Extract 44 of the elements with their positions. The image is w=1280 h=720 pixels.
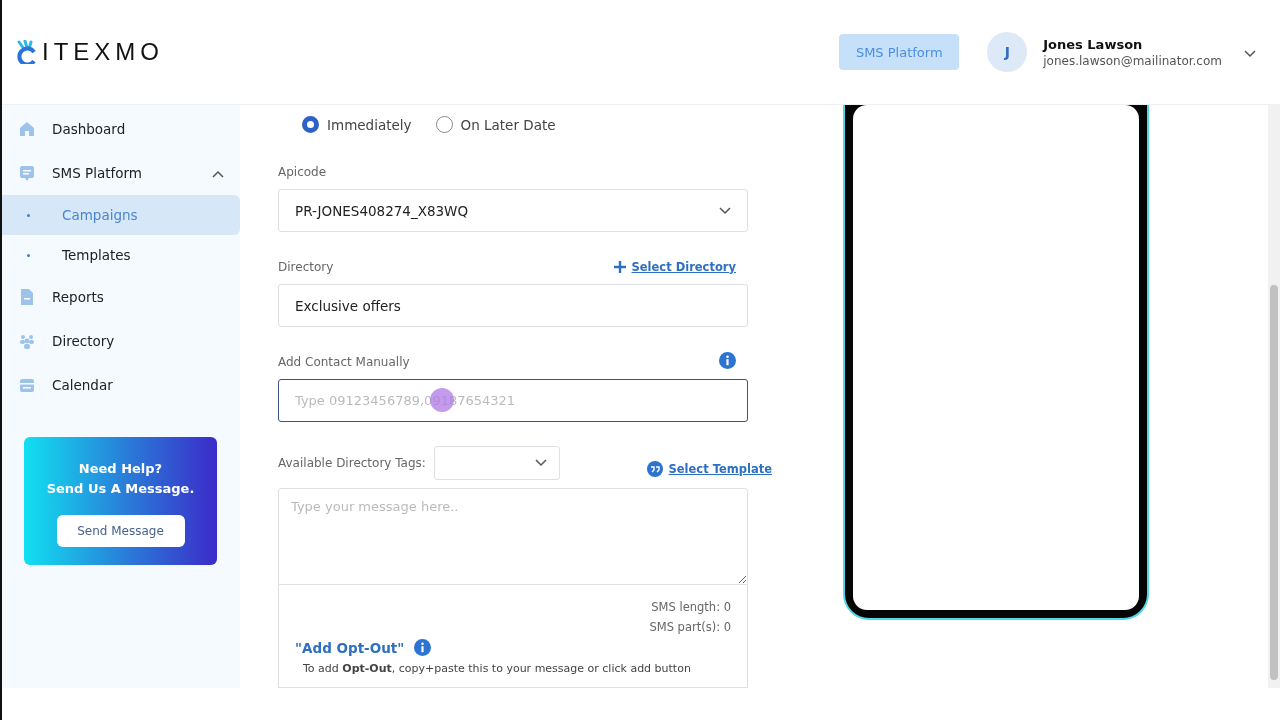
chevron-down-icon (534, 459, 547, 467)
send-message-button[interactable]: Send Message (56, 515, 185, 547)
user-email: jones.lawson@mailinator.com (1043, 53, 1222, 68)
chevron-down-icon (719, 206, 731, 215)
calendar-icon (18, 376, 36, 394)
sidebar-item[interactable]: Dashboard (2, 107, 240, 151)
user-name: Jones Lawson (1043, 36, 1144, 52)
scrollbar[interactable] (1268, 105, 1280, 688)
sms-parts: SMS part(s): 0 (648, 619, 732, 636)
home-icon (18, 120, 36, 138)
people-icon (18, 332, 36, 350)
field-label: Directory (278, 260, 334, 274)
select-directory-link[interactable]: Select Directory (613, 260, 736, 274)
apicode-select[interactable]: PR-JONES408274_X83WQ (278, 189, 748, 232)
select-template-link[interactable]: Select Template (646, 461, 772, 477)
sidebar-subitem[interactable]: Templates (2, 235, 240, 275)
quote-icon (646, 461, 663, 477)
chevron-up-icon (212, 170, 224, 178)
field-label: Available Directory Tags: (278, 456, 426, 470)
sidebar-item[interactable]: Calendar (2, 363, 240, 407)
help-subtitle: Send Us A Message. (46, 480, 195, 498)
field-label: Add Contact Manually (278, 355, 410, 369)
avatar: J (987, 32, 1028, 72)
chevron-down-icon (1244, 49, 1256, 58)
sms-length: SMS length: 0 (650, 599, 732, 616)
sidebar-item[interactable]: SMS Platform (2, 151, 240, 195)
logo-text: ITEXMO (42, 38, 164, 66)
schedule-radio[interactable]: On Later Date (435, 112, 556, 137)
info-icon (719, 352, 736, 369)
message-textarea[interactable]: Type your message here.. (278, 488, 748, 585)
help-title: Need Help? (78, 460, 163, 478)
logo-icon (16, 40, 38, 64)
plus-icon (613, 261, 626, 273)
opt-out-text: To add Opt-Out, copy+paste this to your message or click add button (302, 661, 692, 675)
directory-field[interactable]: Exclusive offers (278, 284, 748, 327)
schedule-radio[interactable]: Immediately (302, 112, 412, 137)
tags-select[interactable] (433, 446, 560, 480)
message-icon (18, 164, 36, 182)
sidebar-item[interactable]: Reports (2, 275, 240, 319)
sidebar-item[interactable]: Directory (2, 319, 240, 363)
opt-out-title: "Add Opt-Out" (295, 639, 405, 656)
document-icon (18, 288, 36, 306)
field-label: Apicode (278, 165, 327, 179)
info-icon (414, 639, 432, 656)
